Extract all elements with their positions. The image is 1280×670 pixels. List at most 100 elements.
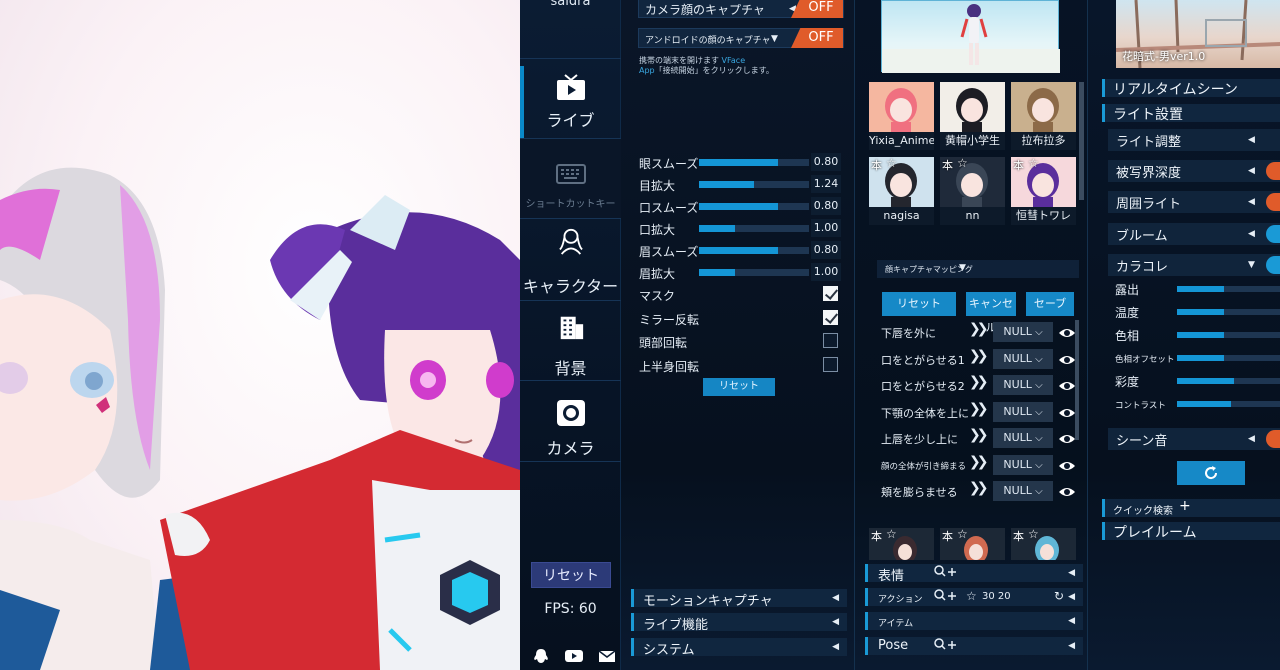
slider-value[interactable]: 0.80 xyxy=(811,241,841,259)
menu-motion-capture[interactable]: モーションキャプチャ ◀ xyxy=(631,589,847,609)
eye-icon[interactable] xyxy=(1058,458,1076,472)
mapping-select[interactable]: NULL ⌵ xyxy=(993,428,1053,448)
mapping-select[interactable]: NULL ⌵ xyxy=(993,322,1053,342)
slider-track[interactable] xyxy=(1177,401,1280,407)
playroom-header[interactable]: プレイルーム xyxy=(1102,522,1280,541)
double-chevron-icon[interactable]: ❯❯ xyxy=(969,374,989,390)
eye-icon[interactable] xyxy=(1058,405,1076,419)
star-icon[interactable]: ☆ xyxy=(1028,528,1039,541)
slider-value[interactable]: 0.80 xyxy=(811,153,841,171)
double-chevron-icon[interactable]: ❯❯ xyxy=(969,454,989,470)
slider-value[interactable]: 1.00 xyxy=(811,263,841,281)
slider-track[interactable] xyxy=(1177,309,1280,315)
eye-icon[interactable] xyxy=(1058,352,1076,366)
setting-toggle[interactable] xyxy=(1266,193,1280,211)
slider-track[interactable] xyxy=(699,181,809,188)
character-viewport[interactable] xyxy=(0,0,520,670)
star-icon[interactable]: ☆ xyxy=(886,156,897,170)
expression-bar[interactable]: 表情 ◀ xyxy=(865,564,1083,584)
slider-track[interactable] xyxy=(699,247,809,254)
search-add-icon[interactable] xyxy=(934,638,958,655)
face-mapping-row[interactable]: 下顎の全体を上に ❯❯ NULL ⌵ xyxy=(881,401,1081,422)
face-check-row[interactable]: 上半身回転 xyxy=(639,356,844,375)
realtime-scene-header[interactable]: リアルタイムシーン xyxy=(1102,79,1280,98)
slider-track[interactable] xyxy=(699,203,809,210)
color-slider-row[interactable]: 色相オフセット xyxy=(1115,349,1280,367)
slider-track[interactable] xyxy=(1177,355,1280,361)
face-slider-row[interactable]: 目拡大 1.24 xyxy=(639,175,844,194)
mapping-save-button[interactable]: セーブ xyxy=(1026,292,1074,316)
face-mapping-row[interactable]: 頬を膨らませる ❯❯ NULL ⌵ xyxy=(881,480,1081,501)
face-slider-row[interactable]: 口スムーズ 0.80 xyxy=(639,197,844,216)
eye-icon[interactable] xyxy=(1058,431,1076,445)
star-icon[interactable]: ☆ xyxy=(886,528,897,541)
slider-value[interactable]: 0.80 xyxy=(811,197,841,215)
mapping-select[interactable]: NULL ⌵ xyxy=(993,375,1053,395)
face-slider-row[interactable]: 口拡大 1.00 xyxy=(639,219,844,238)
scene-preview[interactable]: 花暗式-男ver1.0 xyxy=(1116,0,1280,68)
eye-icon[interactable] xyxy=(1058,484,1076,498)
character-card[interactable]: 本 ☆ 恒彗トワレ xyxy=(1011,156,1076,225)
eye-icon[interactable] xyxy=(1058,325,1076,339)
menu-live-functions[interactable]: ライブ機能 ◀ xyxy=(631,613,847,633)
checkbox[interactable] xyxy=(823,356,838,372)
nav-item-background[interactable]: 背景 xyxy=(520,300,621,380)
mail-icon[interactable] xyxy=(598,648,616,664)
star-icon[interactable]: ☆ xyxy=(966,589,977,603)
color-slider-row[interactable]: 露出 xyxy=(1115,280,1280,298)
color-slider-row[interactable]: 温度 xyxy=(1115,303,1280,321)
slider-track[interactable] xyxy=(699,269,809,276)
slider-track[interactable] xyxy=(1177,332,1280,338)
search-add-icon[interactable] xyxy=(934,589,958,606)
qq-icon[interactable] xyxy=(532,648,550,664)
double-chevron-icon[interactable]: ❯❯ xyxy=(969,480,989,496)
checkbox[interactable] xyxy=(823,286,838,301)
mapping-select[interactable]: NULL ⌵ xyxy=(993,481,1053,501)
scene-setting-row[interactable]: ライト調整 ◀ xyxy=(1108,129,1280,151)
nav-item-live[interactable]: ライブ xyxy=(520,58,621,136)
face-mapping-row[interactable]: 上唇を少し上に ❯❯ NULL ⌵ xyxy=(881,427,1081,448)
add-icon[interactable]: + xyxy=(1179,498,1191,514)
mapping-select[interactable]: NULL ⌵ xyxy=(993,401,1053,422)
setting-toggle[interactable] xyxy=(1266,225,1280,243)
face-check-row[interactable]: マスク xyxy=(639,286,844,304)
checkbox[interactable] xyxy=(823,309,838,325)
mapping-reset-button[interactable]: リセット xyxy=(882,292,956,316)
face-mapping-row[interactable]: 下唇を外に ❯❯ NULL ⌵ xyxy=(881,321,1081,342)
color-slider-row[interactable]: コントラスト xyxy=(1115,395,1280,413)
character-card[interactable]: 本 ☆ nn xyxy=(940,156,1005,225)
character-card[interactable]: 拉布拉多 xyxy=(1011,82,1076,150)
face-slider-row[interactable]: 眉拡大 1.00 xyxy=(639,263,844,282)
scene-setting-row[interactable]: ブルーム ◀ xyxy=(1108,223,1280,245)
scene-refresh-button[interactable] xyxy=(1177,461,1245,485)
checkbox[interactable] xyxy=(823,333,838,348)
menu-system[interactable]: システム ◀ xyxy=(631,638,847,658)
mapping-select[interactable]: NULL ⌵ xyxy=(993,348,1053,369)
nav-item-shortcut[interactable]: ショートカットキー xyxy=(520,138,621,218)
face-mapping-row[interactable]: 顔の全体が引き締まる ❯❯ NULL ⌵ xyxy=(881,454,1081,475)
slider-value[interactable]: 1.00 xyxy=(811,219,841,237)
motion-thumbnail[interactable]: 本 ☆ xyxy=(940,528,1005,560)
android-capture-switch[interactable]: OFF xyxy=(791,28,843,48)
character-card[interactable]: animeYixia_Anime xyxy=(869,82,934,150)
slider-track[interactable] xyxy=(699,225,809,232)
character-card[interactable]: 本 ☆ nagisa xyxy=(869,156,934,225)
double-chevron-icon[interactable]: ❯❯ xyxy=(969,321,989,337)
face-slider-row[interactable]: 眉スムーズ 0.80 xyxy=(639,241,844,260)
slider-track[interactable] xyxy=(1177,286,1280,292)
motion-thumbnail[interactable]: 本 ☆ xyxy=(1011,528,1076,560)
youtube-icon[interactable] xyxy=(565,648,583,664)
camera-capture-switch[interactable]: OFF xyxy=(791,0,843,18)
mapping-select[interactable]: NULL ⌵ xyxy=(993,454,1053,475)
action-bar[interactable]: アクション ☆ 30 20 ↻ ◀ xyxy=(865,588,1083,606)
stage-preview[interactable] xyxy=(881,0,1060,73)
pose-bar[interactable]: Pose ◀ xyxy=(865,637,1083,655)
color-slider-row[interactable]: 彩度 xyxy=(1115,372,1280,390)
scene-setting-row[interactable]: カラコレ ▼ xyxy=(1108,254,1280,276)
star-icon[interactable]: ☆ xyxy=(1028,156,1039,170)
double-chevron-icon[interactable]: ❯❯ xyxy=(969,401,989,417)
scene-setting-row[interactable]: 周囲ライト ◀ xyxy=(1108,191,1280,213)
reset-all-button[interactable]: リセット xyxy=(531,562,611,588)
mapping-scrollbar[interactable] xyxy=(1075,320,1079,440)
double-chevron-icon[interactable]: ❯❯ xyxy=(969,348,989,364)
